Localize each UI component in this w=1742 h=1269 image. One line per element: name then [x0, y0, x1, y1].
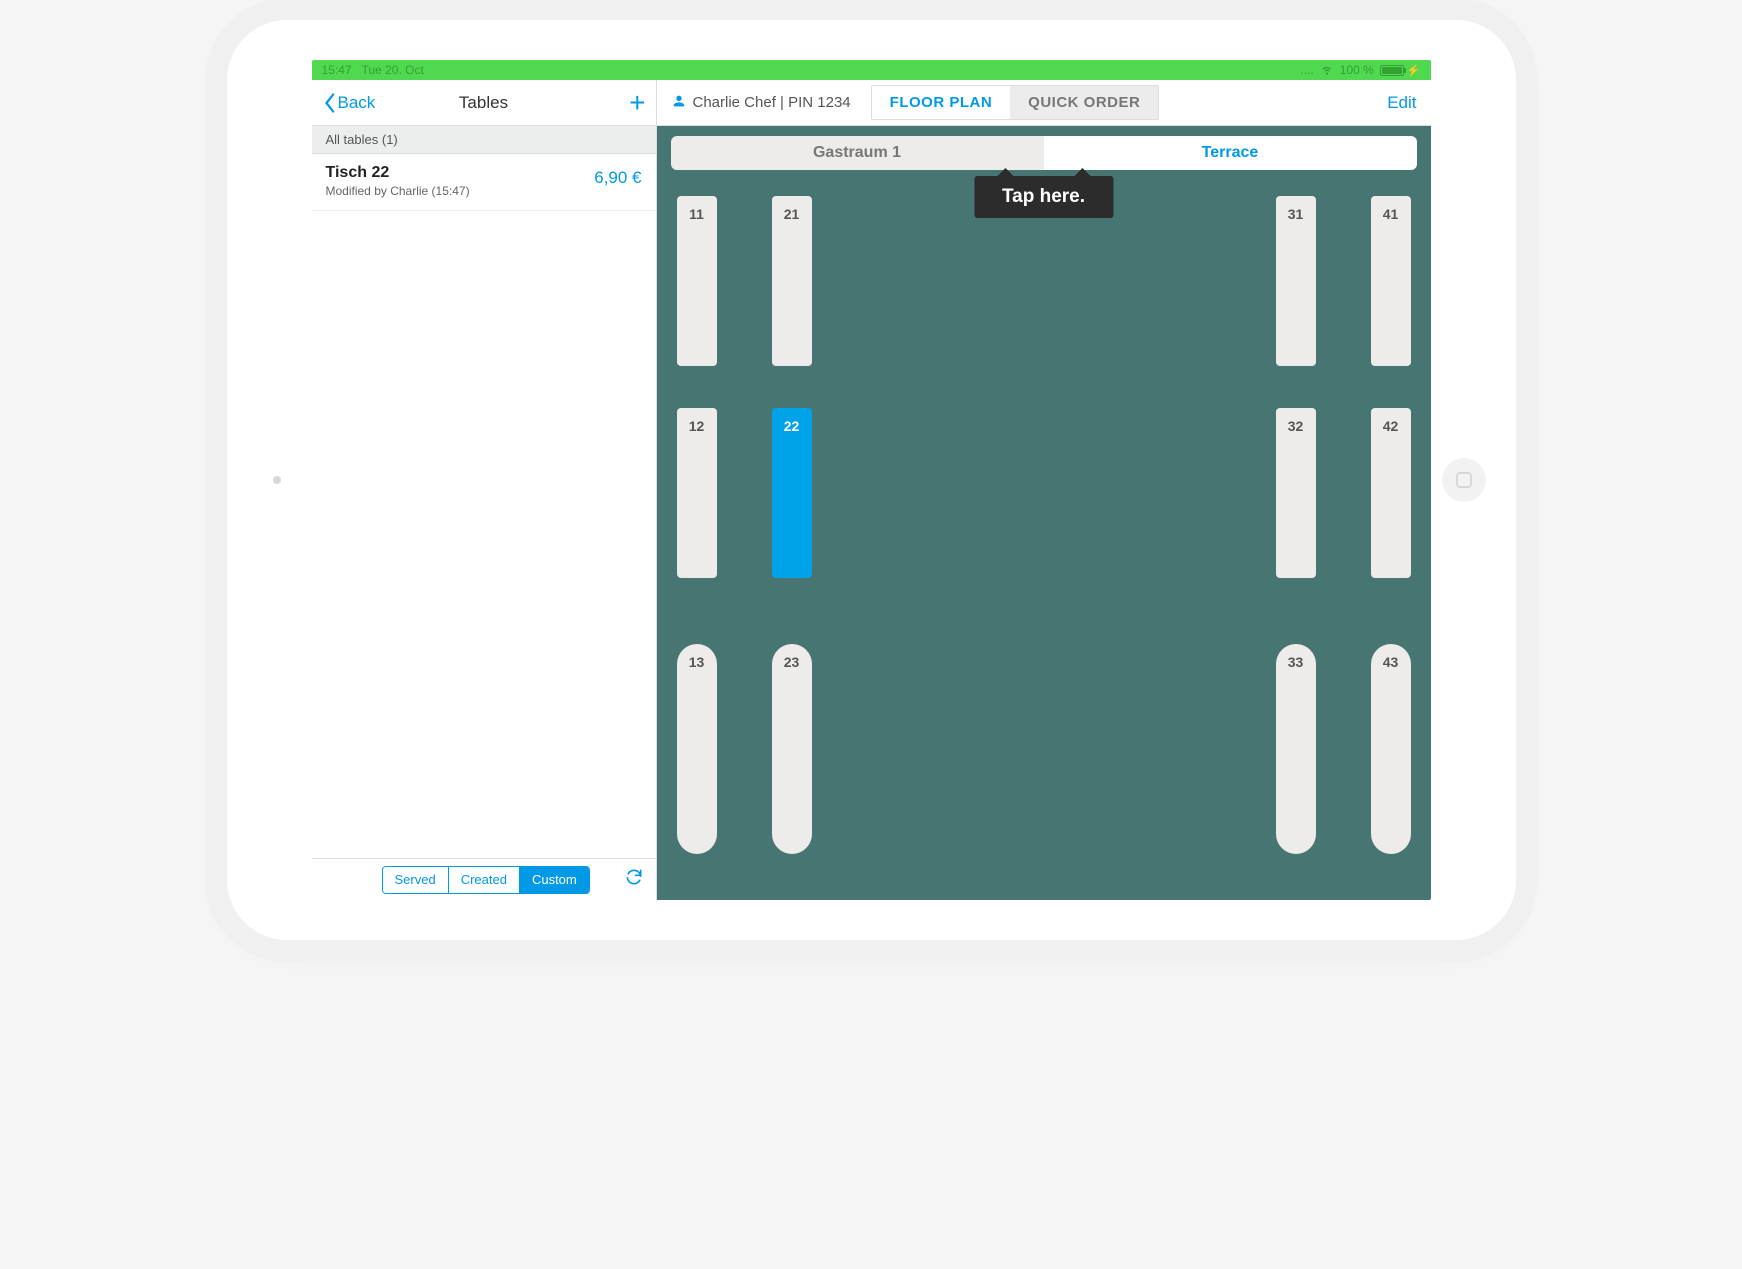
room-tab-gastraum[interactable]: Gastraum 1 — [671, 136, 1044, 170]
table-21[interactable]: 21 — [772, 196, 812, 366]
table-43[interactable]: 43 — [1371, 644, 1411, 854]
refresh-button[interactable] — [624, 867, 644, 892]
table-42[interactable]: 42 — [1371, 408, 1411, 578]
floor-plan-area: Gastraum 1 Terrace Tap here. 11 21 31 41 — [657, 126, 1431, 900]
sidebar: Back Tables + All tables (1) Tisch 22 Mo… — [312, 80, 657, 900]
main-header: Charlie Chef | PIN 1234 FLOOR PLAN QUICK… — [657, 80, 1431, 126]
camera-dot — [273, 476, 281, 484]
filter-served[interactable]: Served — [383, 867, 448, 893]
table-item-price: 6,90 € — [594, 168, 641, 188]
table-13[interactable]: 13 — [677, 644, 717, 854]
view-mode-tabs: FLOOR PLAN QUICK ORDER — [871, 85, 1160, 120]
ipad-frame: 15:47 Tue 20. Oct .... 100 % ⚡ — [227, 20, 1516, 940]
wifi-icon — [1320, 62, 1334, 79]
filter-created[interactable]: Created — [448, 867, 519, 893]
table-41[interactable]: 41 — [1371, 196, 1411, 366]
table-11[interactable]: 11 — [677, 196, 717, 366]
user-label: Charlie Chef | PIN 1234 — [693, 94, 851, 111]
all-tables-header: All tables (1) — [312, 126, 656, 154]
charging-icon: ⚡ — [1407, 64, 1421, 77]
status-time: 15:47 — [322, 63, 352, 77]
floor: 11 21 31 41 12 22 32 42 13 23 33 43 — [671, 196, 1417, 886]
table-33[interactable]: 33 — [1276, 644, 1316, 854]
battery-percent: 100 % — [1340, 63, 1374, 77]
table-22[interactable]: 22 — [772, 408, 812, 578]
table-23[interactable]: 23 — [772, 644, 812, 854]
battery-icon: ⚡ — [1380, 64, 1421, 77]
status-bar: 15:47 Tue 20. Oct .... 100 % ⚡ — [312, 60, 1431, 80]
room-tab-terrace[interactable]: Terrace — [1044, 136, 1417, 170]
status-date: Tue 20. Oct — [362, 63, 424, 77]
table-item-name: Tisch 22 — [326, 164, 470, 182]
screen: 15:47 Tue 20. Oct .... 100 % ⚡ — [312, 60, 1431, 900]
table-32[interactable]: 32 — [1276, 408, 1316, 578]
main-panel: Charlie Chef | PIN 1234 FLOOR PLAN QUICK… — [657, 80, 1431, 900]
tab-floor-plan[interactable]: FLOOR PLAN — [872, 86, 1011, 119]
add-button[interactable]: + — [629, 87, 645, 119]
edit-button[interactable]: Edit — [1387, 93, 1416, 113]
back-button[interactable]: Back — [322, 93, 376, 113]
table-12[interactable]: 12 — [677, 408, 717, 578]
tab-quick-order[interactable]: QUICK ORDER — [1010, 86, 1158, 119]
table-31[interactable]: 31 — [1276, 196, 1316, 366]
filter-segmented: Served Created Custom — [382, 866, 590, 894]
filter-custom[interactable]: Custom — [519, 867, 589, 893]
user-icon — [671, 93, 687, 113]
table-item-modified: Modified by Charlie (15:47) — [326, 184, 470, 198]
user-info[interactable]: Charlie Chef | PIN 1234 — [671, 93, 851, 113]
cellular-dots: .... — [1300, 63, 1313, 77]
home-button[interactable] — [1442, 458, 1486, 502]
back-label: Back — [338, 93, 376, 113]
room-tabs: Gastraum 1 Terrace — [671, 136, 1417, 170]
table-list-item[interactable]: Tisch 22 Modified by Charlie (15:47) 6,9… — [312, 154, 656, 211]
